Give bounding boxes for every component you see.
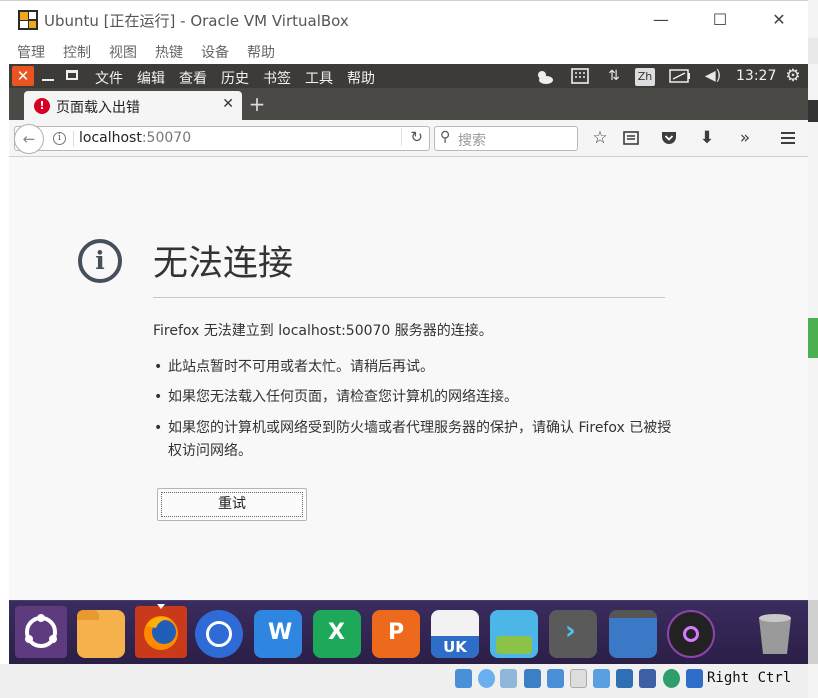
suggestion-item: • 如果您的计算机或网络受到防火墙或者代理服务器的保护，请确认 Firefox 已… (154, 420, 672, 459)
audio-icon[interactable] (500, 669, 517, 688)
bookmark-star-icon[interactable]: ☆ (589, 127, 611, 149)
weather-icon[interactable] (533, 64, 555, 88)
display-icon[interactable] (593, 669, 610, 688)
network-icon[interactable] (524, 669, 541, 688)
ubuntu-software-icon[interactable]: UK (431, 610, 479, 658)
window-minimize-button[interactable] (39, 64, 57, 88)
back-button[interactable]: ← (14, 124, 44, 154)
host-key-label: Right Ctrl (707, 670, 792, 686)
workspace-switcher-icon[interactable] (609, 610, 657, 658)
maximize-button[interactable]: ☐ (700, 7, 740, 33)
retry-button[interactable]: 重试 (157, 488, 307, 521)
usb-icon[interactable] (547, 669, 564, 688)
wps-spreadsheet-icon[interactable]: X (313, 610, 361, 658)
search-input[interactable]: ⚲ 搜索 (434, 126, 578, 151)
vbox-titlebar: Ubuntu [正在运行] - Oracle VM VirtualBox — ☐… (0, 0, 808, 38)
window-title: Ubuntu [正在运行] - Oracle VM VirtualBox (44, 12, 349, 30)
clock[interactable]: 13:27 (736, 68, 776, 84)
keyboard-capture-icon[interactable] (686, 669, 703, 688)
site-info-icon[interactable]: i (53, 132, 66, 145)
unity-launcher: W X P UK › (9, 600, 808, 664)
menu-devices[interactable]: 设备 (201, 42, 229, 62)
menu-tools[interactable]: 工具 (305, 68, 333, 88)
menu-control[interactable]: 控制 (63, 42, 91, 62)
ubuntu-dash-icon[interactable] (15, 606, 67, 658)
menu-file[interactable]: 文件 (95, 68, 123, 88)
minimize-button[interactable]: — (641, 7, 681, 33)
error-icon: ! (34, 98, 50, 114)
tab-close-icon[interactable]: ✕ (222, 96, 234, 112)
disc-icon[interactable] (667, 610, 715, 658)
wps-writer-icon[interactable]: W (254, 610, 302, 658)
error-description: Firefox 无法建立到 localhost:50070 服务器的连接。 (153, 323, 493, 339)
network-transfer-icon[interactable]: ⇅ (603, 64, 625, 88)
menu-view[interactable]: 视图 (109, 42, 137, 62)
shared-folder-icon[interactable] (570, 669, 587, 688)
menu-manage[interactable]: 管理 (17, 42, 45, 62)
optical-drive-icon[interactable] (478, 669, 495, 688)
volume-icon[interactable]: ◀) (702, 64, 724, 88)
reading-list-icon[interactable] (620, 127, 642, 149)
window-restore-button[interactable] (63, 64, 81, 88)
window-close-button[interactable]: ✕ (12, 66, 34, 86)
ubuntu-top-panel: ✕ 文件 编辑 查看 历史 书签 工具 帮助 ⇅ Zh ◀) 13:27 ⚙ (9, 64, 808, 88)
url-bar[interactable]: ← i localhost:50070 ↻ (14, 124, 430, 154)
app-store-icon[interactable] (490, 610, 538, 658)
vbox-status-bar: Right Ctrl (0, 664, 808, 698)
battery-icon[interactable] (668, 64, 692, 88)
tab-strip: ! 页面载入出错 ✕ + (9, 88, 808, 120)
reload-icon[interactable]: ↻ (401, 128, 423, 146)
gear-icon[interactable]: ⚙ (782, 64, 804, 88)
hamburger-menu-icon[interactable] (777, 127, 799, 149)
url-text[interactable]: localhost:50070 (79, 130, 191, 146)
menu-hotkey[interactable]: 热键 (155, 42, 183, 62)
mouse-integration-icon[interactable] (663, 669, 680, 688)
tab-title: 页面载入出错 (56, 100, 140, 116)
pocket-icon[interactable] (658, 127, 680, 149)
title-divider (153, 297, 665, 298)
input-method-indicator[interactable]: Zh (634, 64, 656, 88)
virtualbox-app-icon (18, 10, 38, 30)
retry-label: 重试 (161, 492, 303, 517)
virtualization-icon[interactable] (639, 669, 656, 688)
background-window-strip (808, 0, 818, 698)
download-icon[interactable]: ⬇ (696, 127, 718, 149)
menu-view[interactable]: 查看 (179, 68, 207, 88)
error-page: i 无法连接 Firefox 无法建立到 localhost:50070 服务器… (9, 157, 808, 600)
files-icon[interactable] (77, 610, 125, 658)
menu-help[interactable]: 帮助 (347, 68, 375, 88)
close-button[interactable]: ✕ (759, 7, 799, 33)
suggestion-item: • 如果您无法载入任何页面，请检查您计算机的网络连接。 (154, 389, 518, 405)
url-separator (73, 131, 74, 147)
error-title: 无法连接 (153, 244, 294, 284)
menu-bookmarks[interactable]: 书签 (263, 68, 291, 88)
menu-help[interactable]: 帮助 (247, 42, 275, 62)
video-capture-icon[interactable] (616, 669, 633, 688)
keyboard-icon[interactable] (569, 64, 591, 88)
input-method-label: Zh (635, 68, 655, 86)
hdd-status-icon[interactable] (455, 669, 472, 688)
firefox-icon[interactable] (135, 604, 187, 658)
navigation-toolbar: ← i localhost:50070 ↻ ⚲ 搜索 ☆ ⬇ » (9, 120, 808, 157)
info-icon: i (78, 239, 122, 283)
trash-icon[interactable] (751, 610, 799, 658)
url-port: :50070 (141, 130, 192, 146)
tab-error[interactable]: ! 页面载入出错 ✕ (24, 91, 242, 120)
menu-history[interactable]: 历史 (221, 68, 249, 88)
terminal-icon[interactable]: › (549, 610, 597, 658)
new-tab-button[interactable]: + (245, 91, 269, 117)
suggestion-item: • 此站点暂时不可用或者太忙。请稍后再试。 (154, 359, 434, 375)
search-icon: ⚲ (440, 129, 451, 145)
search-placeholder: 搜索 (458, 133, 486, 149)
menu-edit[interactable]: 编辑 (137, 68, 165, 88)
chromium-icon[interactable] (195, 610, 243, 658)
overflow-chevron-icon[interactable]: » (734, 127, 756, 149)
wps-presentation-icon[interactable]: P (372, 610, 420, 658)
url-host: localhost (79, 130, 142, 146)
vbox-menubar: 管理 控制 视图 热键 设备 帮助 (0, 38, 808, 64)
